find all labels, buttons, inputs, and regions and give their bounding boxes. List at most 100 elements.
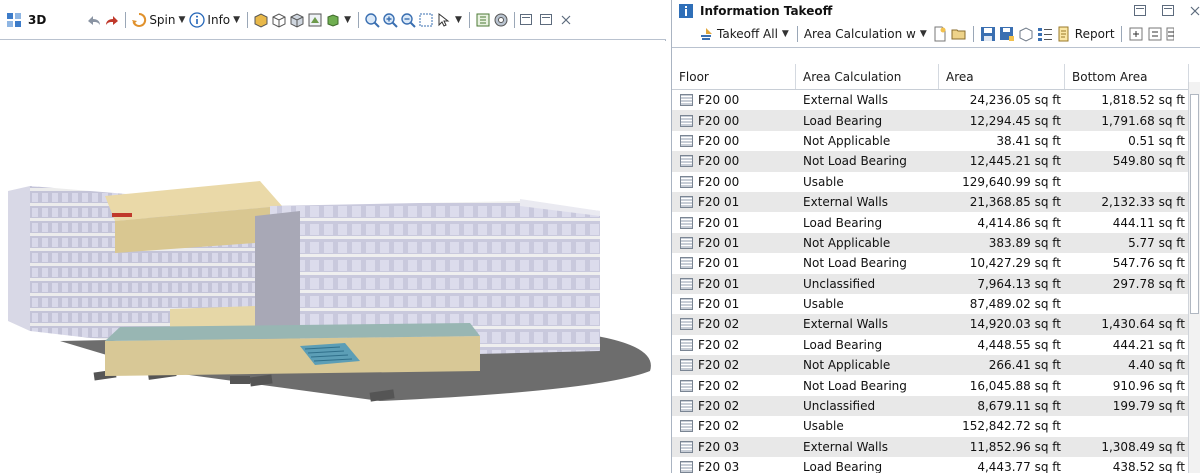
table-row[interactable]: F20 00 Usable 129,640.99 sq ft [672, 172, 1189, 192]
area-calculation-cell: Load Bearing [803, 215, 883, 230]
table-row[interactable]: F20 00 Not Load Bearing 12,445.21 sq ft 549… [672, 151, 1189, 172]
shaded-cube-icon[interactable] [289, 12, 305, 28]
area-calculation-cell: Not Applicable [803, 235, 891, 250]
table-row[interactable]: F20 03 External Walls 11,852.96 sq ft 1,308… [672, 436, 1189, 458]
takeoff-close-icon[interactable] [1190, 5, 1200, 17]
green-cube-icon[interactable] [325, 12, 341, 28]
table-row[interactable]: F20 02 External Walls 14,920.03 sq ft 1,430… [672, 314, 1189, 335]
zoom-out-icon[interactable] [400, 12, 416, 28]
table-row[interactable]: F20 02 Not Load Bearing 16,045.88 sq ft 910… [672, 375, 1189, 395]
area-calculation-cell: Load Bearing [803, 460, 883, 473]
takeoff-toolbar: Takeoff All ▼ Area Calculation w ▼ Repor… [672, 21, 1200, 48]
vertical-scrollbar[interactable] [1188, 82, 1200, 473]
maximize-window-button[interactable] [539, 14, 552, 25]
table-row[interactable]: F20 00 External Walls 24,236.05 sq ft 1,818… [672, 90, 1189, 110]
minimize-window-button[interactable] [519, 14, 532, 25]
floor-label: F20 00 [698, 174, 740, 189]
back-arrow-icon[interactable] [86, 12, 102, 28]
solid-cube-icon[interactable] [253, 12, 269, 28]
floor-icon [680, 94, 693, 107]
floor-label: F20 02 [698, 419, 740, 434]
new-file-icon[interactable] [932, 26, 948, 42]
column-header-floor[interactable]: Floor [672, 64, 796, 89]
bottom-area-cell: 1,308.49 sq ft [1101, 439, 1185, 454]
columns-icon[interactable] [1166, 26, 1175, 42]
report-label[interactable]: Report [1075, 27, 1115, 41]
floor-icon [680, 196, 693, 209]
box-select-icon[interactable] [1018, 26, 1034, 42]
floor-cell: F20 01 [672, 277, 796, 291]
list-view-icon[interactable] [1037, 26, 1053, 42]
floor-cell: F20 01 [672, 195, 796, 209]
scrollbar-thumb[interactable] [1190, 94, 1199, 314]
table-row[interactable]: F20 00 Not Applicable 38.41 sq ft 0.51 sq f… [672, 131, 1189, 151]
save-icon[interactable] [980, 26, 996, 42]
select-dropdown-arrow[interactable]: ▼ [455, 15, 462, 25]
table-row[interactable]: F20 01 Unclassified 7,964.13 sq ft 297.78 s… [672, 273, 1189, 294]
column-header-area-calculation[interactable]: Area Calculation [796, 64, 939, 89]
info-icon[interactable] [189, 11, 206, 28]
area-calculation-cell: Not Load Bearing [803, 154, 907, 169]
table-row[interactable]: F20 02 Unclassified 8,679.11 sq ft 199.79 s… [672, 395, 1189, 417]
table-row[interactable]: F20 02 Usable 152,842.72 sq ft [672, 416, 1189, 436]
view-dropdown-arrow[interactable]: ▼ [344, 15, 351, 25]
takeoff-minimize-button[interactable] [1134, 5, 1146, 16]
select-cursor-icon[interactable] [436, 12, 452, 28]
section-box-icon[interactable] [307, 12, 323, 28]
spin-icon[interactable] [131, 12, 147, 28]
area-calc-dropdown-arrow[interactable]: ▼ [920, 29, 927, 39]
forward-arrow-icon[interactable] [104, 12, 120, 28]
floor-icon [680, 461, 693, 473]
spin-label[interactable]: Spin [149, 13, 175, 27]
report-icon[interactable] [1056, 26, 1072, 42]
area-calculation-cell: External Walls [803, 317, 888, 332]
table-row[interactable]: F20 03 Load Bearing 4,443.77 sq ft 438.52 s… [672, 457, 1189, 473]
area-calculation-cell: Not Load Bearing [803, 378, 907, 393]
table-row[interactable]: F20 01 Not Applicable 383.89 sq ft 5.77 sq … [672, 232, 1189, 254]
table-row[interactable]: F20 01 External Walls 21,368.85 sq ft 2,132… [672, 191, 1189, 213]
close-icon[interactable] [560, 14, 572, 26]
area-calc-select[interactable]: Area Calculation w [804, 27, 916, 41]
collapse-all-icon[interactable] [1147, 26, 1163, 42]
area-cell: 12,445.21 sq ft [969, 154, 1061, 169]
open-folder-icon[interactable] [951, 26, 967, 42]
table-row[interactable]: F20 01 Not Load Bearing 10,427.29 sq ft 547… [672, 253, 1189, 273]
takeoff-all-label[interactable]: Takeoff All [717, 27, 778, 41]
layers-icon[interactable] [493, 12, 509, 28]
takeoff-maximize-button[interactable] [1162, 5, 1174, 16]
takeoff-table: Floor Area Calculation Area Bottom Area … [672, 64, 1189, 473]
table-row[interactable]: F20 00 Load Bearing 12,294.45 sq ft 1,791.6… [672, 110, 1189, 131]
column-header-area[interactable]: Area [939, 64, 1065, 89]
area-cell: 4,414.86 sq ft [977, 215, 1061, 230]
save-as-icon[interactable] [999, 26, 1015, 42]
takeoff-icon[interactable] [698, 26, 714, 42]
zoom-window-icon[interactable] [418, 12, 434, 28]
table-row[interactable]: F20 01 Usable 87,489.02 sq ft [672, 294, 1189, 314]
takeoff-all-dropdown-arrow[interactable]: ▼ [782, 29, 789, 39]
floor-cell: F20 01 [672, 297, 796, 311]
wire-cube-icon[interactable] [271, 12, 287, 28]
table-row[interactable]: F20 02 Not Applicable 266.41 sq ft 4.40 sq … [672, 355, 1189, 376]
bottom-area-cell: 2,132.33 sq ft [1101, 195, 1185, 210]
floor-icon [680, 257, 693, 270]
floor-label: F20 01 [698, 256, 740, 271]
zoom-extents-icon[interactable] [364, 12, 380, 28]
area-calculation-cell: Usable [803, 419, 844, 434]
3d-view-panel: 3D Spin ▼ Info ▼ ▼ ▼ [0, 0, 666, 473]
floor-icon [680, 114, 693, 127]
zoom-in-icon[interactable] [382, 12, 398, 28]
info-dropdown-arrow[interactable]: ▼ [233, 15, 240, 25]
expand-all-icon[interactable] [1128, 26, 1144, 42]
3d-viewport[interactable] [0, 41, 666, 473]
information-takeoff-panel: Information Takeoff Takeoff All ▼ Area C… [671, 0, 1200, 473]
floor-cell: F20 03 [672, 440, 796, 454]
area-cell: 24,236.05 sq ft [969, 93, 1061, 108]
table-row[interactable]: F20 02 Load Bearing 4,448.55 sq ft 444.21 s… [672, 335, 1189, 355]
model-tree-icon[interactable] [475, 12, 491, 28]
floor-label: F20 01 [698, 215, 740, 230]
spin-dropdown-arrow[interactable]: ▼ [179, 15, 186, 25]
column-header-bottom-area[interactable]: Bottom Area [1065, 64, 1189, 89]
table-row[interactable]: F20 01 Load Bearing 4,414.86 sq ft 444.11 s… [672, 212, 1189, 232]
info-panel-icon [678, 3, 694, 19]
info-label[interactable]: Info [207, 13, 230, 27]
